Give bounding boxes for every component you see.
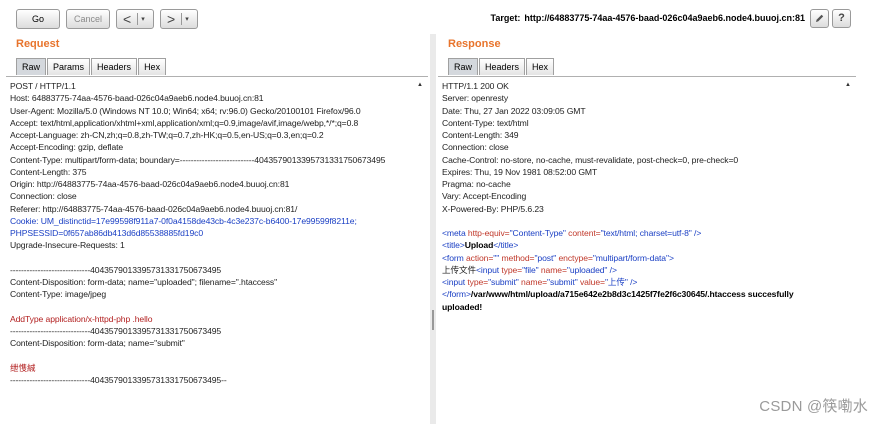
request-line: Content-Disposition: form-data; name="su… bbox=[10, 338, 185, 349]
response-header-line: Content-Length: 349 bbox=[442, 130, 519, 140]
response-header-line: Expires: Thu, 19 Nov 1981 08:52:00 GMT bbox=[442, 166, 598, 177]
response-header-line: Vary: Accept-Encoding bbox=[442, 191, 527, 202]
request-line: Content-Type: multipart/form-data; bound… bbox=[10, 154, 386, 165]
pane-splitter[interactable] bbox=[430, 34, 436, 424]
request-line: Accept: text/html,application/xhtml+xml,… bbox=[10, 117, 359, 128]
request-line: Content-Length: 375 bbox=[10, 166, 87, 177]
go-button[interactable]: Go bbox=[16, 9, 60, 29]
request-line: Content-Type: image/jpeg bbox=[10, 289, 107, 300]
html-title-line: <title>Upload</title> bbox=[442, 240, 519, 251]
response-header-line: Cache-Control: no-store, no-cache, must-… bbox=[442, 154, 739, 165]
request-line: Referer: http://64883775-74aa-4576-baad-… bbox=[10, 203, 298, 214]
request-line: Upgrade-Insecure-Requests: 1 bbox=[10, 240, 125, 251]
toolbar: Go Cancel < ▾ > ▾ Target: http://64883775… bbox=[0, 0, 880, 34]
cancel-button[interactable]: Cancel bbox=[66, 9, 110, 29]
target-label: Target: bbox=[490, 13, 521, 23]
forward-button[interactable]: > ▾ bbox=[160, 9, 198, 29]
request-line: Accept-Encoding: gzip, deflate bbox=[10, 142, 124, 153]
request-line: Host: 64883775-74aa-4576-baad-026c04a9ae… bbox=[10, 93, 264, 104]
request-scrollbar[interactable]: ▲ bbox=[417, 81, 425, 424]
request-line: User-Agent: Mozilla/5.0 (Windows NT 10.0… bbox=[10, 105, 361, 116]
response-header-line: Pragma: no-cache bbox=[442, 179, 511, 189]
request-line: -----------------------------40435790133… bbox=[10, 264, 222, 275]
response-header-line: HTTP/1.1 200 OK bbox=[442, 81, 509, 91]
edit-target-button[interactable] bbox=[810, 9, 829, 28]
separator bbox=[137, 13, 139, 25]
pencil-icon bbox=[816, 14, 824, 22]
request-text: POST / HTTP/1.1 Host: 64883775-74aa-4576-… bbox=[10, 80, 414, 386]
request-line bbox=[10, 252, 414, 264]
splitter-grip bbox=[432, 310, 434, 330]
tab-hex[interactable]: Hex bbox=[138, 58, 167, 75]
help-button[interactable]: ? bbox=[832, 9, 851, 28]
html-meta-line: <meta http-equiv="Content-Type" content=… bbox=[442, 228, 702, 238]
html-file-input-line: 上传文件<input type="file" name="uploaded" /… bbox=[442, 264, 617, 275]
back-button[interactable]: < ▾ bbox=[116, 9, 154, 29]
html-result-line: </form>/var/www/html/upload/a715e642e2b8… bbox=[442, 289, 794, 300]
target-url: http://64883775-74aa-4576-baad-026c04a9a… bbox=[524, 13, 805, 23]
request-line bbox=[10, 301, 414, 313]
request-line: Cookie: UM_distinctid=17e99598f911a7-0f0… bbox=[10, 215, 357, 226]
request-title: Request bbox=[16, 38, 60, 50]
response-header-line: X-Powered-By: PHP/5.6.23 bbox=[442, 203, 544, 214]
dropdown-arrow-icon: ▾ bbox=[141, 16, 145, 23]
tab-raw[interactable]: Raw bbox=[16, 58, 47, 75]
response-text: HTTP/1.1 200 OK Server: openresty Date: Th… bbox=[442, 80, 842, 313]
tab-params[interactable]: Params bbox=[47, 58, 91, 75]
response-header-line: Connection: close bbox=[442, 142, 509, 153]
watermark: CSDN @筷嘞水 bbox=[759, 398, 868, 415]
html-form-line: <form action="" method="post" enctype="m… bbox=[442, 252, 674, 263]
chevron-right-icon: > bbox=[167, 11, 176, 27]
scroll-up-icon: ▲ bbox=[845, 82, 851, 88]
request-editor[interactable]: POST / HTTP/1.1 Host: 64883775-74aa-4576-… bbox=[6, 76, 428, 424]
request-line: Origin: http://64883775-74aa-4576-baad-0… bbox=[10, 179, 290, 189]
html-result-line-2: uploaded! bbox=[442, 301, 483, 312]
request-line: 绁愯絾 bbox=[10, 362, 36, 373]
request-line: -----------------------------40435790133… bbox=[10, 326, 222, 336]
html-submit-input-line: <input type="submit" name="submit" value… bbox=[442, 277, 638, 287]
response-header-line: Date: Thu, 27 Jan 2022 03:09:05 GMT bbox=[442, 105, 586, 116]
dropdown-arrow-icon: ▾ bbox=[185, 16, 189, 23]
response-title: Response bbox=[448, 38, 501, 50]
request-line: PHPSESSID=0f657ab86db413d6d85538885fd19c… bbox=[10, 228, 204, 238]
tab-hex[interactable]: Hex bbox=[526, 58, 555, 75]
tab-headers[interactable]: Headers bbox=[91, 58, 138, 75]
request-line bbox=[10, 350, 414, 362]
tab-headers[interactable]: Headers bbox=[479, 58, 526, 75]
target-display: Target: http://64883775-74aa-4576-baad-02… bbox=[491, 13, 805, 23]
response-tabs: Raw Headers Hex bbox=[448, 58, 555, 75]
chevron-left-icon: < bbox=[123, 11, 132, 27]
response-scrollbar[interactable]: ▲ bbox=[845, 81, 853, 424]
request-line: Connection: close bbox=[10, 191, 77, 202]
scroll-up-icon: ▲ bbox=[417, 82, 423, 88]
request-line: POST / HTTP/1.1 bbox=[10, 81, 76, 91]
tab-raw[interactable]: Raw bbox=[448, 58, 479, 75]
response-header-line: Content-Type: text/html bbox=[442, 117, 529, 128]
request-line: -----------------------------40435790133… bbox=[10, 375, 227, 385]
request-line: AddType application/x-httpd-php .hello bbox=[10, 313, 153, 324]
request-line: Accept-Language: zh-CN,zh;q=0.8,zh-TW;q=… bbox=[10, 130, 324, 140]
response-header-line: Server: openresty bbox=[442, 93, 509, 104]
separator bbox=[181, 13, 183, 25]
request-line: Content-Disposition: form-data; name="up… bbox=[10, 277, 278, 287]
request-tabs: Raw Params Headers Hex bbox=[16, 58, 167, 75]
response-editor[interactable]: HTTP/1.1 200 OK Server: openresty Date: Th… bbox=[438, 76, 856, 424]
